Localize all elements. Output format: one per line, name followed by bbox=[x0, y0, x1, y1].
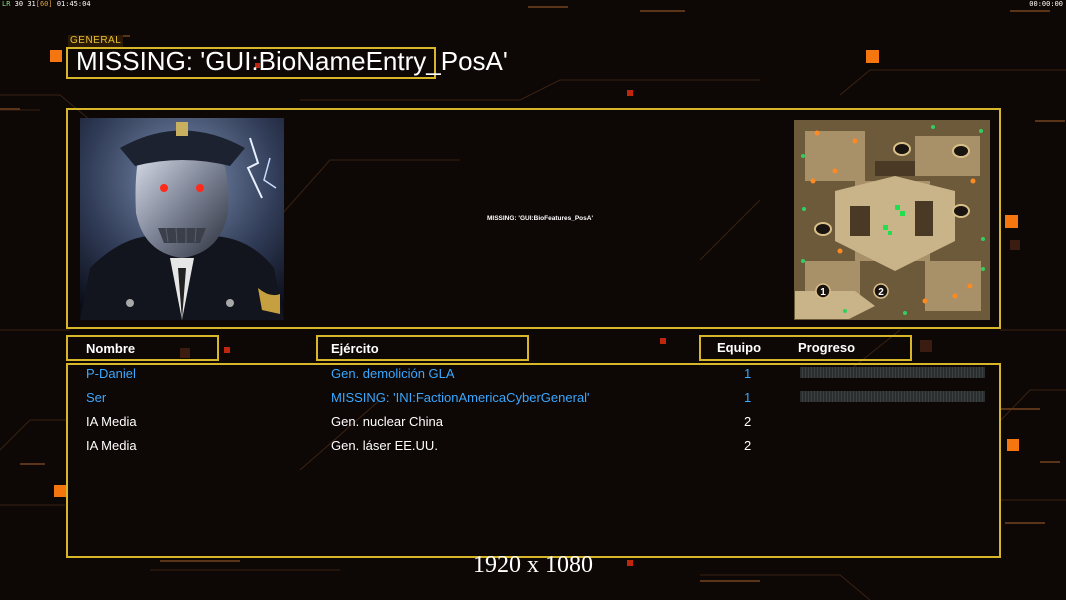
fps-target: [60] bbox=[35, 0, 53, 8]
minimap[interactable]: 1 2 bbox=[794, 120, 990, 320]
header-progress[interactable]: Progreso bbox=[798, 340, 855, 355]
player-team: 1 bbox=[744, 366, 752, 381]
svg-text:2: 2 bbox=[878, 287, 884, 298]
general-portrait bbox=[80, 118, 284, 320]
header-team[interactable]: Equipo bbox=[717, 340, 761, 355]
player-name: P-Daniel bbox=[86, 366, 136, 381]
player-army: MISSING: 'INI:FactionAmericaCyberGeneral… bbox=[331, 390, 590, 405]
fps-prefix: LR bbox=[2, 0, 11, 8]
general-name-title: MISSING: 'GUI:BioNameEntry_PosA' bbox=[76, 46, 508, 76]
progress-bar bbox=[800, 367, 985, 378]
start-position-1: 1 bbox=[815, 283, 831, 299]
game-timer: 00:00:00 bbox=[1029, 0, 1063, 8]
start-position-2: 2 bbox=[873, 283, 889, 299]
minimap-image: 1 2 bbox=[795, 121, 989, 319]
player-team: 2 bbox=[744, 438, 752, 453]
player-name: IA Media bbox=[86, 414, 137, 429]
svg-text:1: 1 bbox=[820, 287, 826, 298]
progress-bar bbox=[800, 391, 985, 402]
player-name: IA Media bbox=[86, 438, 137, 453]
player-army: Gen. nuclear China bbox=[331, 414, 444, 429]
header-name[interactable]: Nombre bbox=[86, 341, 135, 356]
resolution-label: 1920 x 1080 bbox=[473, 552, 593, 578]
bio-features: MISSING: 'GUI:BioFeatures_PosA' bbox=[486, 215, 594, 222]
player-name: Ser bbox=[86, 390, 107, 405]
clock: 01:45:04 bbox=[56, 0, 91, 8]
fps-counter: LR 30 31[60] 01:45:04 bbox=[2, 0, 91, 8]
player-army: Gen. láser EE.UU. bbox=[331, 438, 438, 453]
player-team: 1 bbox=[744, 390, 752, 405]
player-army: Gen. demolición GLA bbox=[331, 366, 455, 381]
fps-a: 30 bbox=[14, 0, 24, 8]
header-army[interactable]: Ejército bbox=[331, 341, 379, 356]
fps-b: 31 bbox=[27, 0, 36, 8]
cyborg-general-image bbox=[80, 118, 284, 320]
player-team: 2 bbox=[744, 414, 752, 429]
